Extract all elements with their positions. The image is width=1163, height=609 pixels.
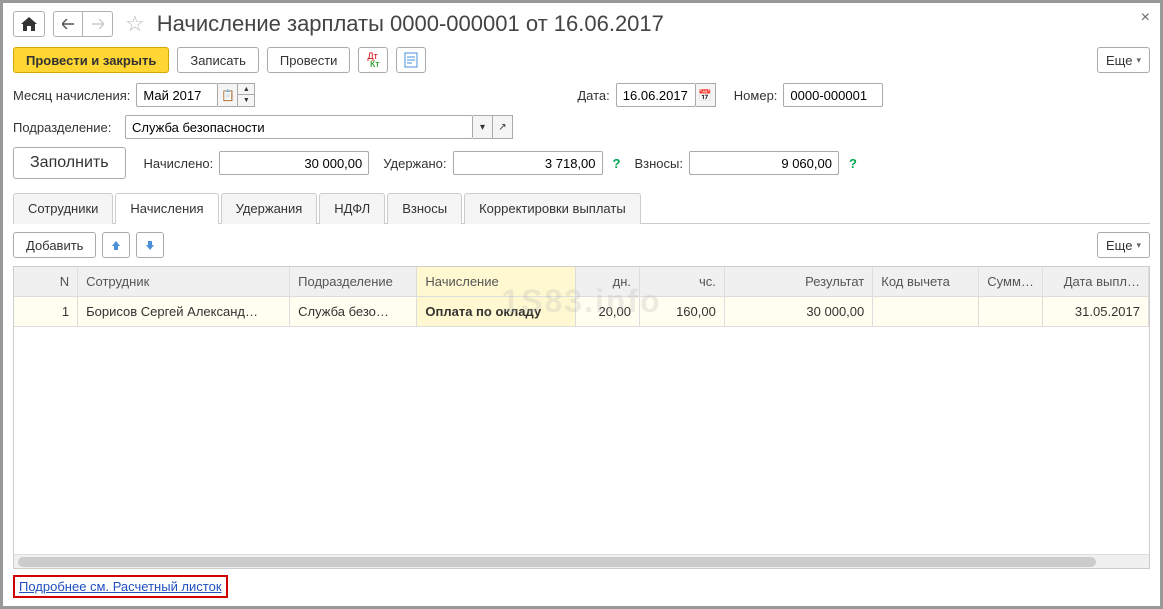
arrow-down-icon — [144, 239, 156, 251]
cell-date[interactable]: 31.05.2017 — [1042, 297, 1148, 327]
tabs: Сотрудники Начисления Удержания НДФЛ Взн… — [13, 193, 1150, 224]
accrued-label: Начислено: — [144, 156, 214, 171]
home-button[interactable] — [13, 11, 45, 37]
cell-accrual[interactable]: Оплата по окладу — [417, 297, 576, 327]
col-date[interactable]: Дата выпл… — [1042, 267, 1148, 297]
date-picker-button[interactable]: 📅 — [696, 83, 716, 107]
favorite-star-icon[interactable]: ☆ — [125, 11, 145, 37]
payslip-link[interactable]: Подробнее см. Расчетный листок — [19, 579, 222, 594]
forward-button[interactable] — [83, 11, 113, 37]
cell-department[interactable]: Служба безо… — [290, 297, 417, 327]
cell-days[interactable]: 20,00 — [576, 297, 640, 327]
number-input[interactable] — [783, 83, 883, 107]
col-hours[interactable]: чс. — [640, 267, 725, 297]
report-button[interactable] — [396, 47, 426, 73]
arrow-up-icon — [110, 239, 122, 251]
col-code[interactable]: Код вычета — [873, 267, 979, 297]
page-title: Начисление зарплаты 0000-000001 от 16.06… — [157, 11, 664, 37]
month-label: Месяц начисления: — [13, 88, 130, 103]
add-button[interactable]: Добавить — [13, 232, 96, 258]
accrued-input[interactable] — [219, 151, 369, 175]
tab-contributions[interactable]: Взносы — [387, 193, 462, 224]
number-label: Номер: — [734, 88, 778, 103]
cell-n[interactable]: 1 — [14, 297, 78, 327]
accruals-table: N Сотрудник Подразделение Начисление дн.… — [13, 266, 1150, 569]
withheld-input[interactable] — [453, 151, 603, 175]
move-up-button[interactable] — [102, 232, 130, 258]
step-up-icon[interactable]: ▲ — [238, 84, 254, 95]
withheld-label: Удержано: — [383, 156, 446, 171]
post-and-close-button[interactable]: Провести и закрыть — [13, 47, 169, 73]
date-label: Дата: — [577, 88, 609, 103]
cell-hours[interactable]: 160,00 — [640, 297, 725, 327]
contrib-input[interactable] — [689, 151, 839, 175]
horizontal-scrollbar[interactable] — [14, 554, 1149, 568]
more-button-top[interactable]: Еще — [1097, 47, 1150, 73]
col-result[interactable]: Результат — [724, 267, 872, 297]
help-icon[interactable]: ? — [849, 156, 857, 171]
footer-link-highlight: Подробнее см. Расчетный листок — [13, 575, 228, 598]
dtkt-icon: Дт Кт — [367, 52, 379, 68]
move-down-button[interactable] — [136, 232, 164, 258]
month-stepper[interactable]: ▲▼ — [238, 83, 255, 107]
fill-button[interactable]: Заполнить — [13, 147, 126, 179]
arrow-left-icon — [62, 19, 74, 29]
help-icon[interactable]: ? — [613, 156, 621, 171]
back-button[interactable] — [53, 11, 83, 37]
date-input[interactable] — [616, 83, 696, 107]
cell-result[interactable]: 30 000,00 — [724, 297, 872, 327]
col-sum[interactable]: Сумм… — [979, 267, 1043, 297]
close-icon[interactable]: × — [1141, 9, 1150, 27]
tab-ndfl[interactable]: НДФЛ — [319, 193, 385, 224]
document-icon — [404, 52, 418, 68]
dept-label: Подразделение: — [13, 120, 119, 135]
more-button-table[interactable]: Еще — [1097, 232, 1150, 258]
dept-dropdown-button[interactable]: ▾ — [473, 115, 493, 139]
month-picker-button[interactable]: 📋 — [218, 83, 238, 107]
post-button[interactable]: Провести — [267, 47, 351, 73]
cell-employee[interactable]: Борисов Сергей Александ… — [78, 297, 290, 327]
dtkt-button[interactable]: Дт Кт — [358, 47, 388, 73]
house-icon — [21, 17, 37, 31]
dept-input[interactable] — [125, 115, 473, 139]
col-employee[interactable]: Сотрудник — [78, 267, 290, 297]
tab-corrections[interactable]: Корректировки выплаты — [464, 193, 641, 224]
col-days[interactable]: дн. — [576, 267, 640, 297]
cell-code[interactable] — [873, 297, 979, 327]
col-n[interactable]: N — [14, 267, 78, 297]
tab-deductions[interactable]: Удержания — [221, 193, 318, 224]
arrow-right-icon — [92, 19, 104, 29]
col-department[interactable]: Подразделение — [290, 267, 417, 297]
tab-accruals[interactable]: Начисления — [115, 193, 218, 224]
save-button[interactable]: Записать — [177, 47, 259, 73]
month-input[interactable] — [136, 83, 218, 107]
col-accrual[interactable]: Начисление — [417, 267, 576, 297]
dept-open-button[interactable]: ↗ — [493, 115, 513, 139]
table-row[interactable]: 1 Борисов Сергей Александ… Служба безо… … — [14, 297, 1149, 327]
tab-employees[interactable]: Сотрудники — [13, 193, 113, 224]
contrib-label: Взносы: — [634, 156, 683, 171]
cell-sum[interactable] — [979, 297, 1043, 327]
step-down-icon[interactable]: ▼ — [238, 95, 254, 106]
